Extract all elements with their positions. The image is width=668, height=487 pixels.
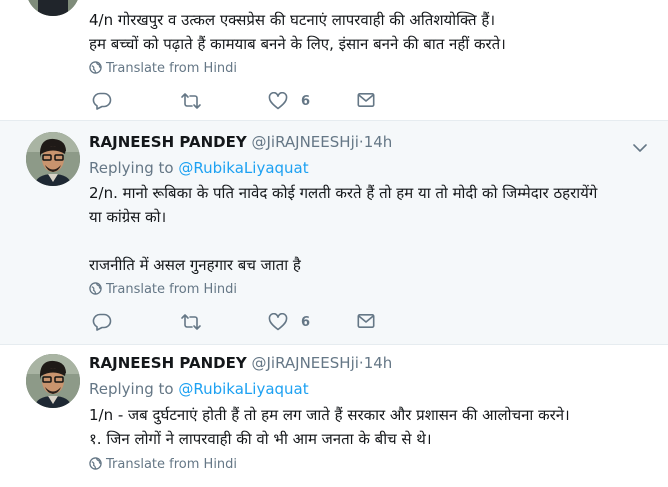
author-handle[interactable]: @JiRAJNEESHji [252, 354, 359, 372]
tweet-actions: 6 [92, 92, 392, 114]
retweet-button[interactable] [180, 313, 202, 331]
message-icon [357, 313, 375, 329]
reply-button[interactable] [92, 313, 112, 331]
globe-icon [89, 457, 102, 474]
tweet-1[interactable]: 4/n गोरखपुर व उत्कल एक्सप्रेस की घटनाएं … [0, 0, 668, 120]
replying-to-prefix: Replying to [89, 380, 174, 398]
like-icon [268, 92, 288, 110]
tweet-timestamp[interactable]: 14h [364, 133, 393, 151]
tweet-text-line: 1/n - जब दुर्घटनाएं होती हैं तो हम लग जा… [89, 406, 570, 424]
reply-icon [92, 92, 112, 110]
tweet-text-line: हम बच्चों को पढ़ाते हैं कामयाब बनने के ल… [89, 35, 506, 53]
avatar[interactable] [26, 354, 80, 408]
tweet-header: RAJNEESH PANDEY @JiRAJNEESHji·14h [89, 133, 392, 151]
translate-label: Translate from Hindi [106, 61, 238, 76]
replying-to: Replying to @RubikaLiyaquat [89, 380, 309, 398]
mention-link[interactable]: @RubikaLiyaquat [178, 159, 308, 177]
tweet-text: 4/n गोरखपुर व उत्कल एक्सप्रेस की घटनाएं … [89, 8, 506, 56]
replying-to-prefix: Replying to [89, 159, 174, 177]
globe-icon [89, 61, 102, 78]
chevron-down-icon[interactable] [633, 138, 647, 152]
tweet-text-line [89, 229, 597, 253]
reply-button[interactable] [92, 92, 112, 110]
retweet-icon [180, 313, 202, 331]
message-button[interactable] [357, 313, 375, 329]
like-count: 6 [301, 314, 311, 330]
tweet-3[interactable]: RAJNEESH PANDEY @JiRAJNEESHji·14h Replyi… [0, 345, 668, 487]
tweet-text-line: 4/n गोरखपुर व उत्कल एक्सप्रेस की घटनाएं … [89, 11, 496, 29]
tweet-text-line: राजनीति में असल गुनहगार बच जाता है [89, 256, 301, 274]
tweet-text-line: या कांग्रेस को। [89, 208, 167, 226]
tweet-text: 1/n - जब दुर्घटनाएं होती हैं तो हम लग जा… [89, 403, 570, 451]
avatar[interactable] [26, 0, 80, 16]
author-name[interactable]: RAJNEESH PANDEY [89, 354, 247, 372]
message-icon [357, 92, 375, 108]
tweet-2[interactable]: RAJNEESH PANDEY @JiRAJNEESHji·14h Replyi… [0, 121, 668, 344]
tweet-timestamp[interactable]: 14h [364, 354, 393, 372]
retweet-icon [180, 92, 202, 110]
translate-link[interactable]: Translate from Hindi [89, 61, 237, 78]
globe-icon [89, 282, 102, 299]
tweet-text-line: 2/n. मानो रूबिका के पति नावेद कोई गलती क… [89, 184, 598, 202]
translate-link[interactable]: Translate from Hindi [89, 282, 237, 299]
tweet-actions: 6 [92, 313, 392, 335]
author-handle[interactable]: @JiRAJNEESHji [252, 133, 359, 151]
like-icon [268, 313, 288, 331]
translate-label: Translate from Hindi [106, 457, 238, 472]
like-button[interactable]: 6 [268, 313, 310, 331]
avatar[interactable] [26, 132, 80, 186]
tweet-header: RAJNEESH PANDEY @JiRAJNEESHji·14h [89, 354, 392, 372]
like-count: 6 [301, 93, 311, 109]
translate-label: Translate from Hindi [106, 282, 238, 297]
translate-link[interactable]: Translate from Hindi [89, 457, 237, 474]
like-button[interactable]: 6 [268, 92, 310, 110]
mention-link[interactable]: @RubikaLiyaquat [178, 380, 308, 398]
message-button[interactable] [357, 92, 375, 108]
replying-to: Replying to @RubikaLiyaquat [89, 159, 309, 177]
tweet-text: 2/n. मानो रूबिका के पति नावेद कोई गलती क… [89, 181, 597, 277]
author-name[interactable]: RAJNEESH PANDEY [89, 133, 247, 151]
tweet-text-line: १. जिन लोगों ने लापरवाही की वो भी आम जनत… [89, 430, 432, 448]
retweet-button[interactable] [180, 92, 202, 110]
reply-icon [92, 313, 112, 331]
